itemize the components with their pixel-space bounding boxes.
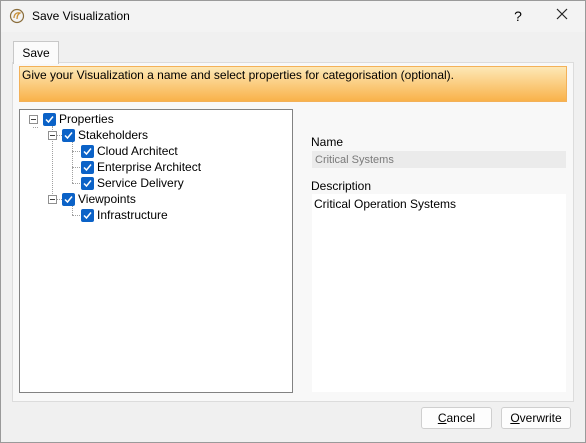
tree-connector [33, 127, 38, 128]
checkbox-enterprise-architect[interactable] [81, 161, 94, 174]
tree-node-service-delivery[interactable]: Service Delivery [97, 176, 184, 190]
checkbox-stakeholders[interactable] [62, 129, 75, 142]
tree-node-stakeholders[interactable]: Stakeholders [78, 128, 148, 142]
title-bar: Save Visualization ? [1, 1, 585, 32]
name-label: Name [311, 135, 344, 149]
info-banner: Give your Visualization a name and selec… [19, 66, 567, 102]
app-logo-icon [9, 8, 25, 24]
cancel-button[interactable]: Cancel [421, 407, 492, 429]
check-icon [83, 148, 92, 156]
tab-save[interactable]: Save [13, 41, 59, 64]
checkbox-service-delivery[interactable] [81, 177, 94, 190]
checkbox-properties[interactable] [43, 113, 56, 126]
description-label: Description [311, 179, 372, 193]
checkbox-viewpoints[interactable] [62, 193, 75, 206]
tree-node-properties[interactable]: Properties [59, 112, 114, 126]
tree-node-infrastructure[interactable]: Infrastructure [97, 208, 168, 222]
checkbox-cloud-architect[interactable] [81, 145, 94, 158]
check-icon [83, 212, 92, 220]
close-button[interactable] [549, 5, 575, 27]
tree-connector [72, 205, 73, 215]
check-icon [45, 116, 54, 124]
description-field[interactable]: Critical Operation Systems [312, 194, 566, 392]
tree-node-enterprise-architect[interactable]: Enterprise Architect [97, 160, 201, 174]
collapse-icon[interactable] [29, 115, 38, 124]
collapse-icon[interactable] [48, 195, 57, 204]
check-icon [83, 164, 92, 172]
help-button[interactable]: ? [507, 5, 529, 27]
properties-tree[interactable]: Properties Stakeholders Cloud Architect … [19, 109, 293, 393]
check-icon [83, 180, 92, 188]
close-icon [556, 8, 568, 20]
overwrite-button[interactable]: Overwrite [501, 407, 571, 429]
tree-node-viewpoints[interactable]: Viewpoints [78, 192, 136, 206]
name-field[interactable] [312, 151, 566, 168]
check-icon [64, 132, 73, 140]
window-title: Save Visualization [32, 9, 130, 23]
collapse-icon[interactable] [48, 131, 57, 140]
tree-connector [72, 141, 73, 183]
cancel-label: ancel [446, 411, 476, 425]
overwrite-mnemonic: O [510, 411, 520, 425]
checkbox-infrastructure[interactable] [81, 209, 94, 222]
check-icon [64, 196, 73, 204]
tree-node-cloud-architect[interactable]: Cloud Architect [97, 144, 178, 158]
overwrite-label: verwrite [519, 411, 562, 425]
banner-text: Give your Visualization a name and selec… [22, 68, 455, 82]
